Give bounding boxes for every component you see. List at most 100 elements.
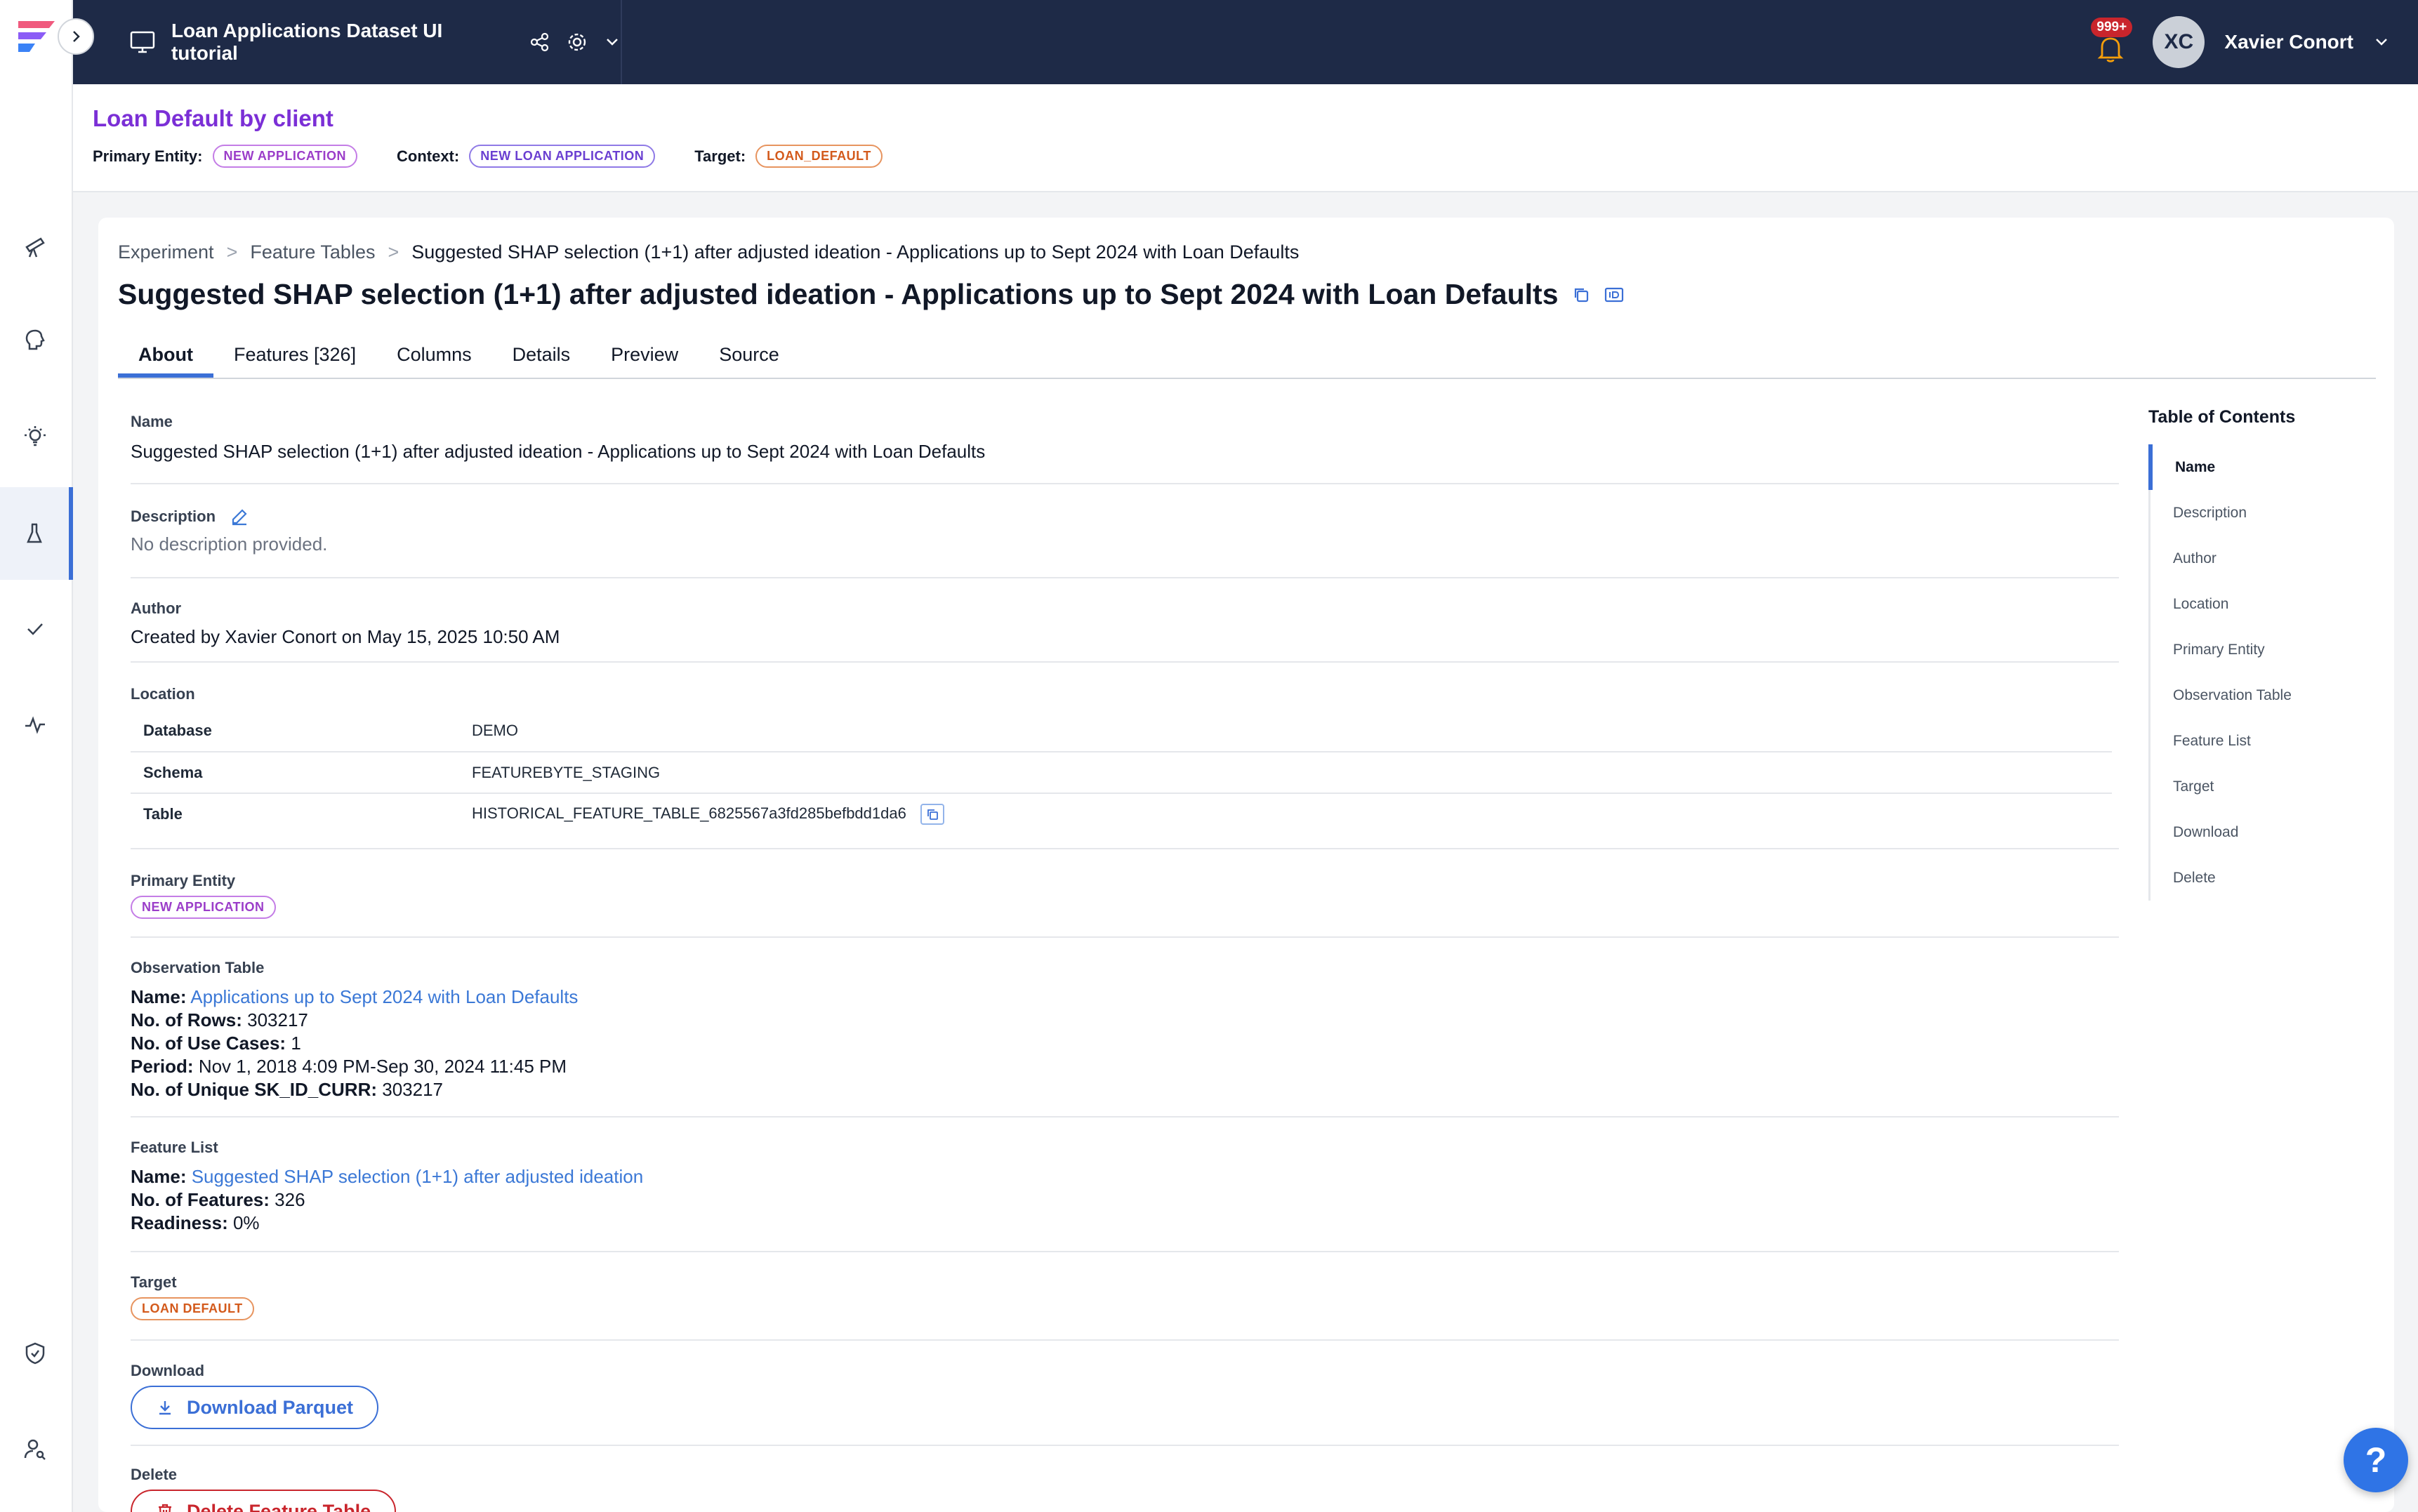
feature-table-card: Experiment > Feature Tables > Suggested … <box>98 218 2394 1512</box>
author-label: Author <box>131 599 182 617</box>
toc-item-primary-entity[interactable]: Primary Entity <box>2151 627 2359 672</box>
fl-features-value: 326 <box>275 1189 305 1210</box>
toc-item-observation-table[interactable]: Observation Table <box>2151 672 2359 718</box>
chevron-right-icon <box>73 31 80 42</box>
top-bar: Loan Applications Dataset UI tutorial 99… <box>73 0 2418 84</box>
sidebar-item-experiment[interactable] <box>0 487 73 580</box>
copy-table-name-button[interactable] <box>920 804 944 825</box>
toc-item-description[interactable]: Description <box>2151 490 2359 536</box>
user-name[interactable]: Xavier Conort <box>2224 31 2353 53</box>
breadcrumb-feature-tables[interactable]: Feature Tables <box>250 241 375 263</box>
gear-icon[interactable] <box>566 31 588 53</box>
location-value: DEMO <box>459 710 2112 752</box>
author-value: Created by Xavier Conort on May 15, 2025… <box>131 626 560 647</box>
primary-entity-section: Primary Entity NEW APPLICATION <box>131 849 2119 938</box>
sidebar-item-approval[interactable] <box>0 583 70 675</box>
id-icon[interactable] <box>1604 285 1625 305</box>
tab-features[interactable]: Features [326] <box>213 327 376 378</box>
tab-preview[interactable]: Preview <box>590 327 699 378</box>
observation-rows-row: No. of Rows: 303217 <box>131 1009 2119 1032</box>
breadcrumb-experiment[interactable]: Experiment <box>118 241 214 263</box>
location-key: Table <box>143 805 183 823</box>
location-key: Schema <box>131 752 459 794</box>
feature-list-readiness-row: Readiness: 0% <box>131 1212 2119 1235</box>
edit-icon[interactable] <box>230 507 249 526</box>
obs-period-key: Period: <box>131 1056 194 1077</box>
project-name[interactable]: Loan Applications Dataset UI tutorial <box>171 20 514 65</box>
chevron-down-icon[interactable] <box>604 34 621 51</box>
breadcrumb: Experiment > Feature Tables > Suggested … <box>118 241 1299 263</box>
target-badge[interactable]: LOAN_DEFAULT <box>755 145 883 168</box>
shield-icon <box>25 1342 45 1365</box>
use-case-header: Loan Default by client Primary Entity: N… <box>73 84 2418 192</box>
sidebar-item-overview[interactable] <box>0 199 70 292</box>
tab-source[interactable]: Source <box>699 327 800 378</box>
primary-entity-label: Primary Entity <box>131 872 236 889</box>
use-case-title[interactable]: Loan Default by client <box>93 105 333 132</box>
lightbulb-icon <box>25 426 46 446</box>
about-content: Name Suggested SHAP selection (1+1) afte… <box>131 403 2119 1512</box>
copy-icon[interactable] <box>1571 285 1591 305</box>
feature-list-link[interactable]: Suggested SHAP selection (1+1) after adj… <box>192 1166 643 1187</box>
obs-rows-key: No. of Rows: <box>131 1009 242 1030</box>
primary-entity-label: Primary Entity: <box>93 147 203 165</box>
obs-rows-value: 303217 <box>247 1009 308 1030</box>
obs-unique-value: 303217 <box>382 1079 443 1100</box>
toc-title: Table of Contents <box>2148 407 2296 427</box>
observation-table-link[interactable]: Applications up to Sept 2024 with Loan D… <box>190 986 578 1007</box>
project-selector[interactable]: Loan Applications Dataset UI tutorial <box>73 0 622 84</box>
primary-entity-badge[interactable]: NEW APPLICATION <box>131 896 276 919</box>
tab-columns[interactable]: Columns <box>376 327 492 378</box>
toc-item-delete[interactable]: Delete <box>2151 855 2359 901</box>
target-label: Target: <box>694 147 746 165</box>
tab-details[interactable]: Details <box>492 327 591 378</box>
name-label: Name <box>131 413 173 430</box>
description-value: No description provided. <box>131 533 328 555</box>
avatar[interactable]: XC <box>2153 16 2205 68</box>
description-label: Description <box>131 508 216 525</box>
location-table: Database DEMO Schema FEATUREBYTE_STAGING… <box>131 710 2112 835</box>
target-label: Target <box>131 1273 177 1291</box>
tab-about[interactable]: About <box>118 327 213 378</box>
feature-list-section: Feature List Name: Suggested SHAP select… <box>131 1118 2119 1252</box>
toc-item-feature-list[interactable]: Feature List <box>2151 718 2359 764</box>
sidebar-item-ideation[interactable] <box>0 293 70 386</box>
obs-unique-key: No. of Unique SK_ID_CURR: <box>131 1079 377 1100</box>
user-area: 999+ XC Xavier Conort <box>2091 0 2390 84</box>
download-button-label: Download Parquet <box>187 1396 354 1418</box>
target-section: Target LOAN DEFAULT <box>131 1252 2119 1341</box>
use-case-metadata: Primary Entity: NEW APPLICATION Context:… <box>93 145 883 168</box>
sidebar-item-users[interactable] <box>0 1402 70 1495</box>
table-of-contents: Table of Contents Name Description Autho… <box>2148 407 2359 901</box>
share-icon[interactable] <box>529 32 550 53</box>
fl-name-key: Name: <box>131 1166 187 1187</box>
sidebar-item-security[interactable] <box>0 1307 70 1400</box>
delete-feature-table-button[interactable]: Delete Feature Table <box>131 1490 397 1512</box>
notifications-button[interactable]: 999+ <box>2091 18 2133 67</box>
sidebar-item-ideas[interactable] <box>0 390 70 483</box>
breadcrumb-current: Suggested SHAP selection (1+1) after adj… <box>411 241 1300 263</box>
location-value: FEATUREBYTE_STAGING <box>459 752 2112 794</box>
toc-item-download[interactable]: Download <box>2151 809 2359 855</box>
toc-item-target[interactable]: Target <box>2151 764 2359 809</box>
context-badge[interactable]: NEW LOAN APPLICATION <box>469 145 656 168</box>
observation-table-section: Observation Table Name: Applications up … <box>131 938 2119 1118</box>
sidebar-item-monitor[interactable] <box>0 678 70 771</box>
target-badge[interactable]: LOAN DEFAULT <box>131 1297 254 1320</box>
toc-item-name[interactable]: Name <box>2148 444 2359 490</box>
pulse-icon <box>25 716 45 734</box>
app-logo[interactable] <box>14 17 58 56</box>
name-value: Suggested SHAP selection (1+1) after adj… <box>131 441 986 462</box>
context-label: Context: <box>397 147 460 165</box>
toc-item-location[interactable]: Location <box>2151 581 2359 627</box>
sidebar-expand-button[interactable] <box>58 18 94 55</box>
help-button[interactable]: ? <box>2344 1428 2408 1492</box>
primary-entity-badge[interactable]: NEW APPLICATION <box>212 145 357 168</box>
download-parquet-button[interactable]: Download Parquet <box>131 1386 379 1429</box>
telescope-icon <box>25 237 45 258</box>
location-value: HISTORICAL_FEATURE_TABLE_6825567a3fd285b… <box>472 804 906 822</box>
toc-item-author[interactable]: Author <box>2151 536 2359 581</box>
download-section: Download Download Parquet <box>131 1341 2119 1446</box>
user-menu-chevron-down-icon[interactable] <box>2373 34 2390 51</box>
observation-table-label: Observation Table <box>131 959 265 976</box>
